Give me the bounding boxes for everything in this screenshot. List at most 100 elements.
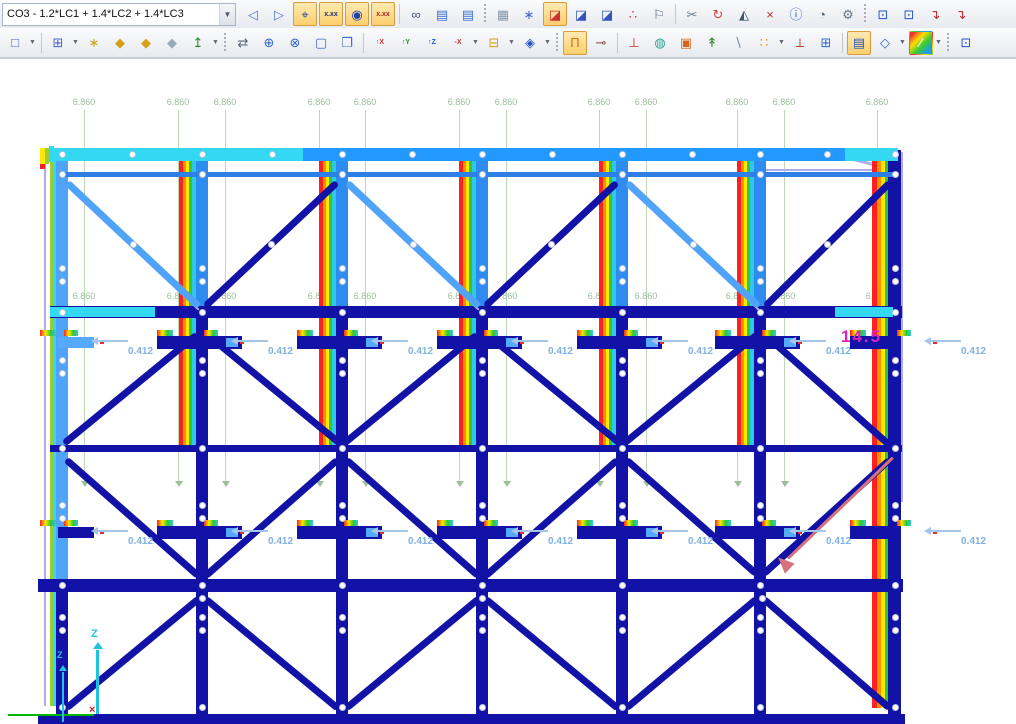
load-arrow <box>658 530 688 532</box>
result-panel-a-button[interactable]: ▤ <box>430 2 454 26</box>
display-wand-button[interactable]: ◇ <box>873 31 897 55</box>
pan-view-button[interactable]: ⇄ <box>231 31 255 55</box>
axis-z-arrowhead <box>93 642 103 649</box>
delete-nodes-button[interactable]: × <box>758 2 782 26</box>
insert-load-dropdown[interactable]: ▼ <box>211 32 220 54</box>
clipboard-view-button[interactable]: ⊡ <box>954 31 978 55</box>
smooth-results-button[interactable]: ◉ <box>345 2 369 26</box>
new-structure-dropdown[interactable]: ▼ <box>28 32 37 54</box>
new-structure-button[interactable]: □ <box>3 31 27 55</box>
view-glasses-icon: ∞ <box>411 8 420 21</box>
node <box>59 582 66 589</box>
show-max-values-icon: x.xx <box>376 11 390 18</box>
column-member <box>888 150 901 724</box>
export-view-a-icon: ⊡ <box>878 8 889 21</box>
next-combination-button[interactable]: ▷ <box>267 2 291 26</box>
result-values-grid-dropdown[interactable]: ▼ <box>777 32 786 54</box>
show-max-values-button[interactable]: x.xx <box>371 2 395 26</box>
display-properties-dropdown[interactable]: ▼ <box>507 32 516 54</box>
view-glasses-button[interactable]: ∞ <box>404 2 428 26</box>
guidelines-button[interactable]: ⚐ <box>647 2 671 26</box>
load-arrow <box>378 530 408 532</box>
node <box>59 445 66 452</box>
copy-connect-button[interactable]: ⊞ <box>46 31 70 55</box>
grid-points-button[interactable]: ∴ <box>621 2 645 26</box>
dimension-label: 6.860 <box>354 97 377 107</box>
node <box>199 627 206 634</box>
node <box>199 614 206 621</box>
panel-colors-dropdown[interactable]: ▼ <box>934 32 943 54</box>
member-connector-button[interactable]: ⊸ <box>589 31 613 55</box>
combo-dropdown-button[interactable]: ▼ <box>219 4 235 25</box>
node <box>339 309 346 316</box>
select-chain-button[interactable]: ✂ <box>680 2 704 26</box>
edit-table-button[interactable]: ◆ <box>160 31 184 55</box>
display-wand-dropdown[interactable]: ▼ <box>898 32 907 54</box>
isometric-view-dropdown[interactable]: ▼ <box>543 32 552 54</box>
load-combination-value: CO3 - 1.2*LC1 + 1.4*LC2 + 1.4*LC3 <box>3 8 219 20</box>
load-arrowhead <box>91 527 98 535</box>
deformation-display-icon: ⊥ <box>628 36 639 49</box>
insert-load-icon: ↥ <box>193 36 204 49</box>
prev-combination-button[interactable]: ◁ <box>241 2 265 26</box>
export-view-b-button[interactable]: ⊡ <box>897 2 921 26</box>
new-support-table-button[interactable]: ◆ <box>134 31 158 55</box>
show-result-values-button[interactable]: x.xx <box>319 2 343 26</box>
isometric-view-button[interactable]: ◈ <box>518 31 542 55</box>
node <box>479 265 486 272</box>
dimension-label: 6.860 <box>495 97 518 107</box>
node <box>619 357 626 364</box>
view-y-button[interactable]: ↑Y <box>394 31 418 55</box>
zoom-out-button[interactable]: ⊗ <box>283 31 307 55</box>
control-panel-button[interactable]: ▤ <box>847 31 871 55</box>
panel-colors-button[interactable]: ∕ <box>909 31 933 55</box>
result-panel-b-button[interactable]: ▤ <box>456 2 480 26</box>
solid-results-button[interactable]: ▣ <box>674 31 698 55</box>
view-z-button[interactable]: ↑Z <box>420 31 444 55</box>
copy-connect-dropdown[interactable]: ▼ <box>71 32 80 54</box>
section-cut-button[interactable]: ∖ <box>726 31 750 55</box>
node <box>757 151 764 158</box>
regenerate-model-button[interactable]: ◔ <box>810 2 834 26</box>
display-properties-button[interactable]: ⊟ <box>482 31 506 55</box>
zoom-in-button[interactable]: ⊕ <box>257 31 281 55</box>
view-minus-x-button[interactable]: -X <box>446 31 470 55</box>
load-combination-combo[interactable]: CO3 - 1.2*LC1 + 1.4*LC2 + 1.4*LC3 ▼ <box>2 3 236 26</box>
mirror-model-button[interactable]: ◭ <box>732 2 756 26</box>
view-minus-x-dropdown[interactable]: ▼ <box>471 32 480 54</box>
insert-load-button[interactable]: ↥ <box>186 31 210 55</box>
deformation-display-button[interactable]: ⊥ <box>622 31 646 55</box>
model-canvas[interactable]: 6.8606.8606.8606.8606.8606.8606.8606.860… <box>0 59 1016 724</box>
result-values-grid-button[interactable]: ∷ <box>752 31 776 55</box>
show-results-button[interactable]: ⌖ <box>293 2 317 26</box>
fe-mesh-button[interactable]: ▦ <box>491 2 515 26</box>
node <box>619 278 626 285</box>
view-solid-button[interactable]: ❐ <box>335 31 359 55</box>
snap-points-button[interactable]: ∗ <box>517 2 541 26</box>
model-info-button[interactable]: ⓘ <box>784 2 808 26</box>
settings-gears-button[interactable]: ⚙ <box>836 2 860 26</box>
new-member-table-button[interactable]: ◆ <box>108 31 132 55</box>
workplane-xy-button[interactable]: ◪ <box>569 2 593 26</box>
surface-results-button[interactable]: ◍ <box>648 31 672 55</box>
dimension-label: 6.860 <box>308 97 331 107</box>
node <box>339 171 346 178</box>
view-minus-x-icon: -X <box>455 39 462 46</box>
node <box>199 502 206 509</box>
support-display-button[interactable]: ⟂ <box>788 31 812 55</box>
view-wireframe-button[interactable]: ▢ <box>309 31 333 55</box>
rotate-view-button[interactable]: ↻ <box>706 2 730 26</box>
export-view-a-button[interactable]: ⊡ <box>871 2 895 26</box>
workplane-xz-button[interactable]: ◪ <box>543 2 567 26</box>
reactions-display-button[interactable]: ↟ <box>700 31 724 55</box>
print-graphic-a-button[interactable]: ↴ <box>923 2 947 26</box>
insert-node-button[interactable]: ∗ <box>82 31 106 55</box>
print-graphic-b-button[interactable]: ↴ <box>949 2 973 26</box>
result-tables-button[interactable]: ⊞ <box>814 31 838 55</box>
moment-diagram-button[interactable]: Π <box>563 31 587 55</box>
view-x-button[interactable]: ↑X <box>368 31 392 55</box>
load-arrow <box>796 530 826 532</box>
node <box>59 265 66 272</box>
workplane-yz-button[interactable]: ◪ <box>595 2 619 26</box>
peak-value-label: 14.5 <box>841 327 882 347</box>
